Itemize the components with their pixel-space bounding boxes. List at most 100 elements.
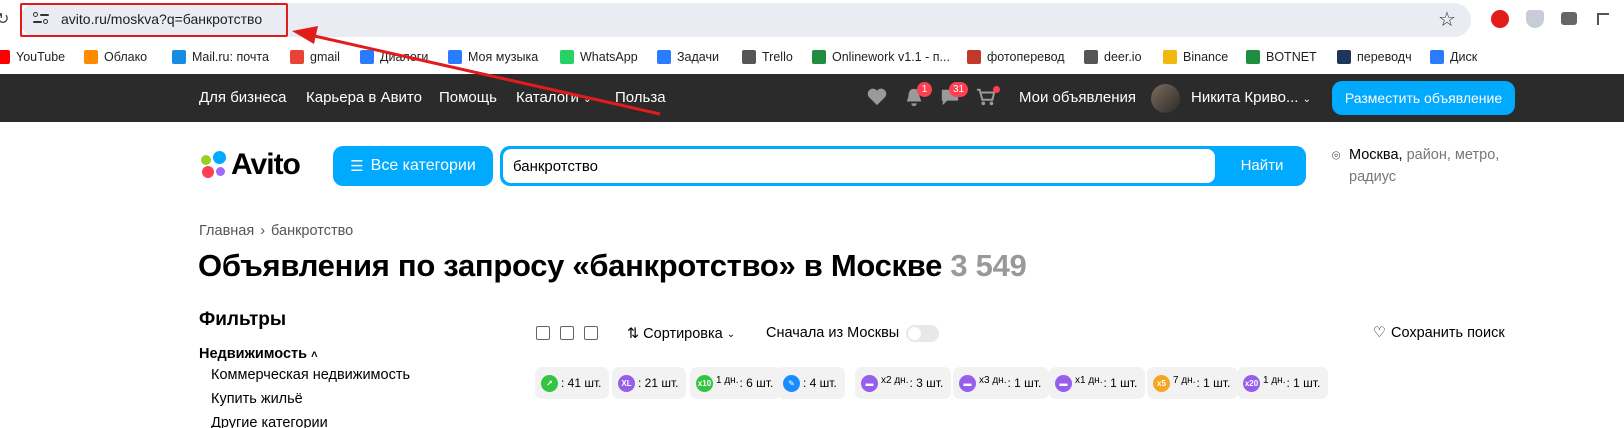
nav-benefit[interactable]: Польза bbox=[615, 89, 666, 106]
promotion-chip[interactable]: XL: 21 шт. bbox=[612, 367, 687, 399]
chevron-down-icon: ⌄ bbox=[726, 328, 736, 340]
filter-item-buy-housing[interactable]: Купить жильё bbox=[211, 391, 303, 407]
chip-duration: x1 дн. bbox=[1075, 374, 1103, 386]
favorites-heart-icon[interactable] bbox=[866, 87, 888, 107]
bookmark-label: Mail.ru: почта bbox=[192, 50, 269, 64]
place-ad-button[interactable]: Разместить объявление bbox=[1332, 81, 1515, 115]
filter-item-other[interactable]: Другие категории bbox=[211, 415, 328, 428]
promotion-chip[interactable]: ▬ x1 дн.: 1 шт. bbox=[1049, 367, 1146, 399]
page-title-text: Объявления по запросу «банкротство» в Мо… bbox=[198, 248, 943, 283]
bookmark-item[interactable]: BOTNET bbox=[1246, 48, 1317, 66]
bookmark-item[interactable]: Моя музыка bbox=[448, 48, 538, 66]
nav-career[interactable]: Карьера в Авито bbox=[306, 89, 422, 106]
extensions-icon[interactable] bbox=[1597, 13, 1609, 25]
bookmark-item[interactable]: Mail.ru: почта bbox=[172, 48, 269, 66]
chip-count: : 4 шт. bbox=[803, 376, 837, 390]
search-button[interactable]: Найти bbox=[1218, 146, 1306, 186]
all-categories-button[interactable]: ☰ Все категории bbox=[333, 146, 493, 186]
sort-label: Сортировка bbox=[643, 326, 723, 342]
bookmark-item[interactable]: Облако bbox=[84, 48, 147, 66]
filter-group-realty[interactable]: Недвижимость ˄ bbox=[199, 346, 318, 362]
bookmark-label: BOTNET bbox=[1266, 50, 1317, 64]
photo-translate-icon bbox=[967, 50, 981, 64]
reload-icon[interactable]: ↻ bbox=[0, 9, 9, 29]
bookmark-item[interactable]: deer.io bbox=[1084, 48, 1142, 66]
url-text[interactable]: avito.ru/moskva?q=банкротство bbox=[61, 11, 262, 27]
bookmark-item[interactable]: gmail bbox=[290, 48, 340, 66]
save-search-label: Сохранить поиск bbox=[1391, 325, 1505, 341]
sort-dropdown[interactable]: ⇅ Сортировка ⌄ bbox=[627, 326, 735, 342]
camera-extension-icon[interactable] bbox=[1561, 12, 1577, 25]
bookmark-star-icon[interactable]: ☆ bbox=[1438, 7, 1456, 32]
user-menu[interactable]: Никита Криво... ⌄ bbox=[1191, 89, 1311, 106]
location-selector[interactable]: ⌾ Москва, район, метро, радиус bbox=[1332, 144, 1532, 188]
bookmark-label: Моя музыка bbox=[468, 50, 539, 64]
cart-icon bbox=[1084, 50, 1098, 64]
chip-count: : 1 шт. bbox=[1103, 376, 1138, 390]
promotion-chip[interactable]: ▬ x3 дн.: 1 шт. bbox=[953, 367, 1050, 399]
whatsapp-icon bbox=[560, 50, 574, 64]
avito-logo[interactable]: Avito bbox=[199, 147, 301, 183]
my-ads-link[interactable]: Мои объявления bbox=[1019, 89, 1136, 106]
bookmark-label: фотоперевод bbox=[987, 50, 1065, 64]
save-search-button[interactable]: ♡ Сохранить поиск bbox=[1373, 325, 1505, 341]
breadcrumb-home[interactable]: Главная bbox=[199, 223, 254, 239]
bookmark-item[interactable]: переводч bbox=[1337, 48, 1412, 66]
location-hint-2: радиус bbox=[1349, 169, 1397, 185]
x1-icon: ▬ bbox=[1055, 374, 1072, 392]
bookmark-label: переводч bbox=[1357, 50, 1412, 64]
sheets-icon bbox=[812, 50, 826, 64]
list-view-icon[interactable] bbox=[536, 326, 550, 340]
promotion-chip[interactable]: x10 1 дн.: 6 шт. bbox=[690, 367, 782, 399]
chip-duration: 1 дн. bbox=[1263, 374, 1286, 386]
bookmark-item[interactable]: Диалоги bbox=[360, 48, 428, 66]
bookmark-label: deer.io bbox=[1104, 50, 1142, 64]
mailru-icon bbox=[172, 50, 186, 64]
music-icon bbox=[448, 50, 462, 64]
breadcrumb-current[interactable]: банкротство bbox=[271, 223, 353, 239]
nav-business[interactable]: Для бизнеса bbox=[199, 89, 287, 106]
sheets-icon bbox=[1246, 50, 1260, 64]
bookmark-item[interactable]: Trello bbox=[742, 48, 793, 66]
promotion-chip[interactable]: ↗: 41 шт. bbox=[535, 367, 610, 399]
messages-badge: 31 bbox=[949, 82, 969, 97]
bookmark-item[interactable]: WhatsApp bbox=[560, 48, 638, 66]
view-switcher bbox=[536, 326, 598, 340]
promotion-chip[interactable]: ▬ x2 дн.: 3 шт. bbox=[855, 367, 952, 399]
youtube-icon bbox=[0, 50, 10, 64]
bookmark-item[interactable]: Onlinework v1.1 - п... bbox=[812, 48, 950, 66]
avatar[interactable] bbox=[1151, 84, 1180, 113]
bookmark-item[interactable]: Задачи bbox=[657, 48, 719, 66]
bookmark-label: gmail bbox=[310, 50, 340, 64]
cart-dot bbox=[993, 86, 1000, 93]
location-hint: район, метро, bbox=[1406, 147, 1500, 163]
bookmark-item[interactable]: Диск bbox=[1430, 48, 1477, 66]
x20-icon: x20 bbox=[1243, 374, 1260, 392]
nav-help[interactable]: Помощь bbox=[439, 89, 497, 106]
promotion-chip[interactable]: x20 1 дн.: 1 шт. bbox=[1237, 367, 1329, 399]
chip-count: : 6 шт. bbox=[739, 376, 774, 390]
location-city: Москва, bbox=[1349, 147, 1403, 163]
grid-view-icon[interactable] bbox=[560, 326, 574, 340]
nav-catalogs-label: Каталоги bbox=[516, 89, 579, 106]
promotion-chip[interactable]: x5 7 дн.: 1 шт. bbox=[1147, 367, 1239, 399]
shield-extension-icon[interactable] bbox=[1526, 10, 1544, 28]
search-input[interactable] bbox=[503, 149, 1215, 183]
bookmark-label: Onlinework v1.1 - п... bbox=[832, 50, 950, 64]
filter-item-commercial[interactable]: Коммерческая недвижимость bbox=[211, 367, 410, 383]
bookmark-label: Облако bbox=[104, 50, 148, 64]
bookmark-label: Binance bbox=[1183, 50, 1229, 64]
from-moscow-toggle[interactable] bbox=[906, 325, 939, 342]
bookmark-item[interactable]: фотоперевод bbox=[967, 48, 1065, 66]
bookmark-item[interactable]: Binance bbox=[1163, 48, 1228, 66]
promotion-chip[interactable]: ✎: 4 шт. bbox=[777, 367, 845, 399]
adblock-extension-icon[interactable] bbox=[1491, 10, 1509, 28]
map-view-icon[interactable] bbox=[584, 326, 598, 340]
bookmark-item[interactable]: YouTube bbox=[0, 48, 65, 66]
xl-icon: XL bbox=[618, 374, 635, 392]
page-title: Объявления по запросу «банкротство» в Мо… bbox=[198, 248, 1027, 284]
nav-catalogs[interactable]: Каталоги ⌄ bbox=[516, 89, 591, 106]
site-info-icon[interactable] bbox=[33, 11, 49, 25]
breadcrumb-separator-icon: › bbox=[260, 223, 266, 239]
chip-count: : 41 шт. bbox=[561, 376, 602, 390]
